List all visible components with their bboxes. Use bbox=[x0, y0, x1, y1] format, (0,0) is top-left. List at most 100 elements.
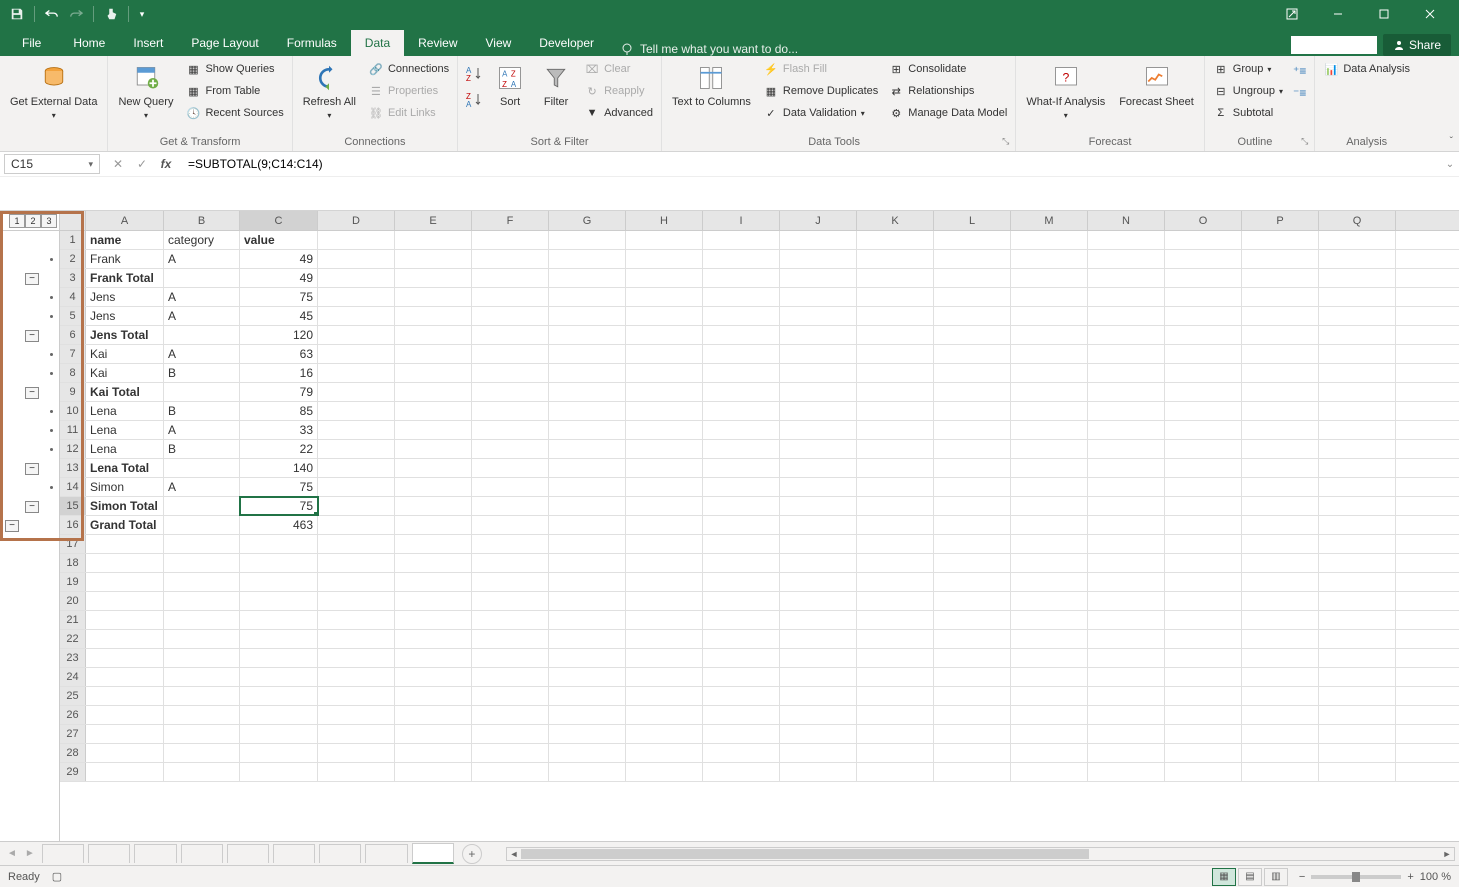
cell[interactable] bbox=[549, 440, 626, 458]
cell[interactable] bbox=[703, 383, 780, 401]
cell[interactable] bbox=[703, 725, 780, 743]
cell[interactable] bbox=[780, 611, 857, 629]
cell[interactable] bbox=[703, 402, 780, 420]
expand-formula-bar-button[interactable]: ⌄ bbox=[1441, 159, 1459, 170]
cell[interactable]: 120 bbox=[240, 326, 318, 344]
cancel-formula-button[interactable]: ✕ bbox=[106, 154, 130, 174]
redo-button[interactable] bbox=[65, 3, 87, 25]
row-header[interactable]: 13 bbox=[60, 459, 86, 477]
cell[interactable]: 463 bbox=[240, 516, 318, 534]
cell[interactable] bbox=[626, 364, 703, 382]
cell[interactable] bbox=[1319, 383, 1396, 401]
cell[interactable] bbox=[1165, 440, 1242, 458]
cell[interactable] bbox=[626, 269, 703, 287]
cell[interactable] bbox=[1011, 611, 1088, 629]
cell[interactable] bbox=[549, 573, 626, 591]
cell[interactable] bbox=[86, 706, 164, 724]
consolidate-button[interactable]: ⊞Consolidate bbox=[884, 58, 1011, 80]
column-header-O[interactable]: O bbox=[1165, 211, 1242, 230]
cell[interactable] bbox=[164, 554, 240, 572]
cell[interactable] bbox=[1011, 440, 1088, 458]
cell[interactable] bbox=[934, 440, 1011, 458]
cell[interactable] bbox=[86, 725, 164, 743]
cell[interactable]: Jens bbox=[86, 288, 164, 306]
column-header-D[interactable]: D bbox=[318, 211, 395, 230]
cell[interactable] bbox=[703, 326, 780, 344]
cell[interactable] bbox=[703, 364, 780, 382]
cell[interactable] bbox=[857, 269, 934, 287]
tab-developer[interactable]: Developer bbox=[525, 30, 608, 56]
tab-file[interactable]: File bbox=[4, 30, 59, 56]
cell[interactable]: A bbox=[164, 478, 240, 496]
row-header[interactable]: 10 bbox=[60, 402, 86, 420]
cell[interactable] bbox=[934, 763, 1011, 781]
cell[interactable] bbox=[626, 573, 703, 591]
cell[interactable] bbox=[780, 345, 857, 363]
cell[interactable] bbox=[626, 687, 703, 705]
row-header[interactable]: 11 bbox=[60, 421, 86, 439]
cell[interactable] bbox=[86, 554, 164, 572]
new-query-button[interactable]: New Query▾ bbox=[112, 58, 179, 125]
cell[interactable] bbox=[1242, 402, 1319, 420]
cell[interactable] bbox=[1088, 307, 1165, 325]
cell[interactable] bbox=[1088, 763, 1165, 781]
cell[interactable] bbox=[472, 573, 549, 591]
cell[interactable] bbox=[1011, 478, 1088, 496]
cell[interactable] bbox=[395, 554, 472, 572]
outline-collapse-button[interactable]: − bbox=[25, 463, 39, 475]
filter-button[interactable]: Filter bbox=[534, 58, 578, 113]
cell[interactable] bbox=[626, 744, 703, 762]
cell[interactable] bbox=[164, 535, 240, 553]
cell[interactable] bbox=[857, 440, 934, 458]
cell[interactable] bbox=[549, 326, 626, 344]
show-queries-button[interactable]: ▦Show Queries bbox=[181, 58, 287, 80]
cell[interactable] bbox=[934, 364, 1011, 382]
cell[interactable] bbox=[549, 402, 626, 420]
cell[interactable] bbox=[857, 668, 934, 686]
cell[interactable] bbox=[1088, 383, 1165, 401]
cell[interactable] bbox=[780, 364, 857, 382]
cell[interactable] bbox=[1242, 383, 1319, 401]
cell[interactable] bbox=[1319, 687, 1396, 705]
row-header[interactable]: 27 bbox=[60, 725, 86, 743]
cell[interactable] bbox=[472, 668, 549, 686]
cell[interactable] bbox=[318, 592, 395, 610]
data-validation-button[interactable]: ✓Data Validation ▾ bbox=[759, 102, 882, 124]
cell[interactable] bbox=[1319, 611, 1396, 629]
cell[interactable] bbox=[1011, 744, 1088, 762]
sheet-tab[interactable] bbox=[88, 844, 130, 863]
cell[interactable] bbox=[472, 250, 549, 268]
cell[interactable] bbox=[86, 649, 164, 667]
add-sheet-button[interactable]: + bbox=[462, 844, 482, 864]
cell[interactable] bbox=[703, 288, 780, 306]
cell[interactable] bbox=[857, 611, 934, 629]
row-header[interactable]: 5 bbox=[60, 307, 86, 325]
cell[interactable]: Simon Total bbox=[86, 497, 164, 515]
row-header[interactable]: 3 bbox=[60, 269, 86, 287]
cell[interactable] bbox=[395, 345, 472, 363]
cell[interactable] bbox=[1165, 326, 1242, 344]
cell[interactable] bbox=[1165, 231, 1242, 249]
cell[interactable] bbox=[1011, 573, 1088, 591]
cell[interactable]: Simon bbox=[86, 478, 164, 496]
share-button[interactable]: Share bbox=[1383, 34, 1451, 56]
column-header-J[interactable]: J bbox=[780, 211, 857, 230]
cell[interactable] bbox=[1088, 440, 1165, 458]
cell[interactable] bbox=[703, 459, 780, 477]
cell[interactable] bbox=[1319, 706, 1396, 724]
cell[interactable] bbox=[395, 535, 472, 553]
edit-links-button[interactable]: ⛓Edit Links bbox=[364, 102, 453, 124]
cell[interactable] bbox=[934, 345, 1011, 363]
sheet-tab[interactable] bbox=[42, 844, 84, 863]
cell[interactable] bbox=[164, 725, 240, 743]
cell[interactable] bbox=[780, 725, 857, 743]
cell[interactable] bbox=[1165, 573, 1242, 591]
recent-sources-button[interactable]: 🕓Recent Sources bbox=[181, 102, 287, 124]
cell[interactable] bbox=[164, 744, 240, 762]
cell[interactable] bbox=[1242, 630, 1319, 648]
cell[interactable] bbox=[857, 573, 934, 591]
cell[interactable]: 63 bbox=[240, 345, 318, 363]
row-header[interactable]: 7 bbox=[60, 345, 86, 363]
cell[interactable] bbox=[780, 554, 857, 572]
cell[interactable] bbox=[857, 725, 934, 743]
